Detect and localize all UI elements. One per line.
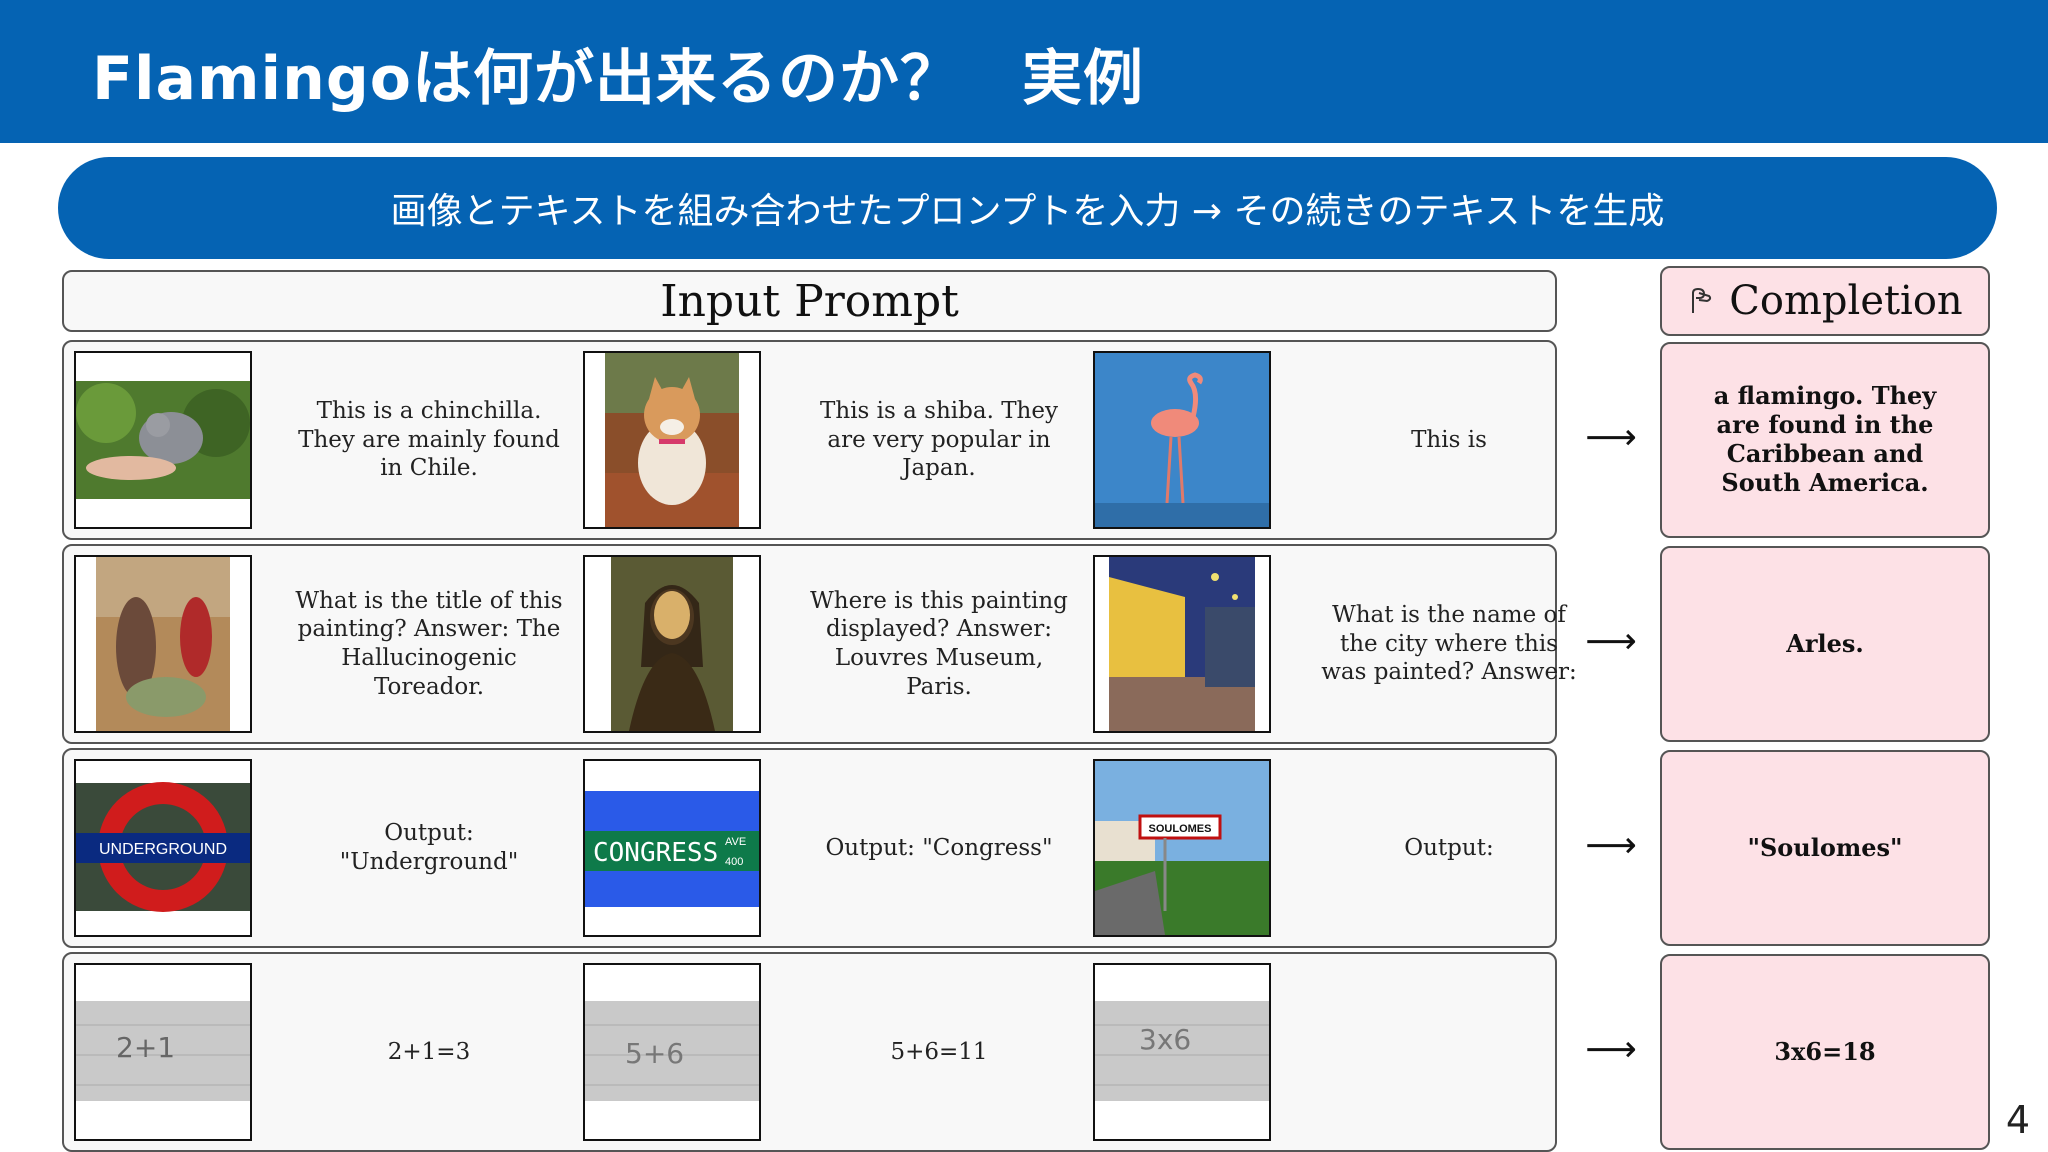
input-prompt-label: Input Prompt (660, 275, 959, 327)
arrow-4: ⟶ (1585, 1029, 1637, 1070)
completion-text-1: a flamingo. They are found in the Caribb… (1713, 381, 1937, 497)
prompt-text-3-3: Output: (1404, 834, 1494, 861)
congress-ave-text: AVE (725, 836, 746, 848)
handwritten-text-1: 2+1 (116, 1031, 175, 1064)
completion-header: Completion (1660, 266, 1990, 336)
completion-1: a flamingo. They are found in the Caribb… (1660, 342, 1990, 538)
handwritten-text-2: 5+6 (625, 1037, 684, 1070)
mona-lisa-image (583, 555, 761, 733)
prompt-text-3-2: Output: "Congress" (825, 834, 1053, 861)
completion-label: Completion (1729, 278, 1963, 324)
input-prompt-header: Input Prompt (62, 270, 1557, 332)
soulomes-sign-image: SOULOMES (1093, 759, 1271, 937)
shiba-image (583, 351, 761, 529)
summary-banner: 画像とテキストを組み合わせたプロンプトを入力 → その続きのテキストを生成 (58, 157, 1997, 259)
underground-sign-text: UNDERGROUND (99, 841, 227, 858)
underground-sign-image: UNDERGROUND (74, 759, 252, 937)
handwritten-text-3: 3x6 (1139, 1023, 1191, 1056)
completion-3: "Soulomes" (1660, 750, 1990, 946)
prompt-text-3-1: Output: "Underground" (339, 820, 519, 875)
prompt-row-3: UNDERGROUND Output: "Underground" CONGRE… (62, 748, 1557, 948)
congress-number-text: 400 (725, 856, 743, 868)
arrow-3: ⟶ (1585, 825, 1637, 866)
page-number: 4 (2005, 1098, 2030, 1142)
arrow-1: ⟶ (1585, 417, 1637, 458)
congress-sign-text: CONGRESS (593, 838, 718, 868)
flamingo-icon (1692, 287, 1712, 313)
slide-title: Flamingoは何が出来るのか？ 実例 (92, 44, 1145, 114)
prompt-row-1: This is a chinchilla. They are mainly fo… (62, 340, 1557, 540)
prompt-text-4-1: 2+1=3 (387, 1038, 471, 1065)
prompt-text-2-3: What is the name of the city where this … (1321, 601, 1577, 686)
handwritten-sum-image-3: 3x6 (1093, 963, 1271, 1141)
completion-text-4: 3x6=18 (1774, 1036, 1876, 1066)
congress-sign-image: CONGRESS AVE 400 (583, 759, 761, 937)
prompt-text-1-2: This is a shiba. They are very popular i… (820, 397, 1058, 482)
chinchilla-image (74, 351, 252, 529)
arrow-2: ⟶ (1585, 621, 1637, 662)
flamingo-image (1093, 351, 1271, 529)
completion-2: Arles. (1660, 546, 1990, 742)
prompt-text-4-3 (1314, 963, 1584, 1141)
handwritten-sum-image-2: 5+6 (583, 963, 761, 1141)
title-bar: Flamingoは何が出来るのか？ 実例 (0, 0, 2048, 143)
completion-text-3: "Soulomes" (1747, 832, 1903, 862)
prompt-text-1-1: This is a chinchilla. They are mainly fo… (298, 397, 560, 482)
completion-4: 3x6=18 (1660, 954, 1990, 1150)
prompt-text-2-1: What is the title of this painting? Answ… (295, 587, 563, 700)
handwritten-sum-image-1: 2+1 (74, 963, 252, 1141)
completion-text-2: Arles. (1786, 628, 1864, 658)
soulomes-sign-text: SOULOMES (1149, 823, 1212, 835)
prompt-row-2: What is the title of this painting? Answ… (62, 544, 1577, 744)
cafe-terrace-image (1093, 555, 1271, 733)
prompt-text-4-2: 5+6=11 (890, 1038, 988, 1065)
prompt-text-1-3: This is (1411, 426, 1487, 453)
toreador-painting-image (74, 555, 252, 733)
prompt-text-2-2: Where is this painting displayed? Answer… (810, 587, 1068, 700)
prompt-row-4: 2+1 2+1=3 5+6 5+6=11 3x6 (62, 952, 1557, 1152)
